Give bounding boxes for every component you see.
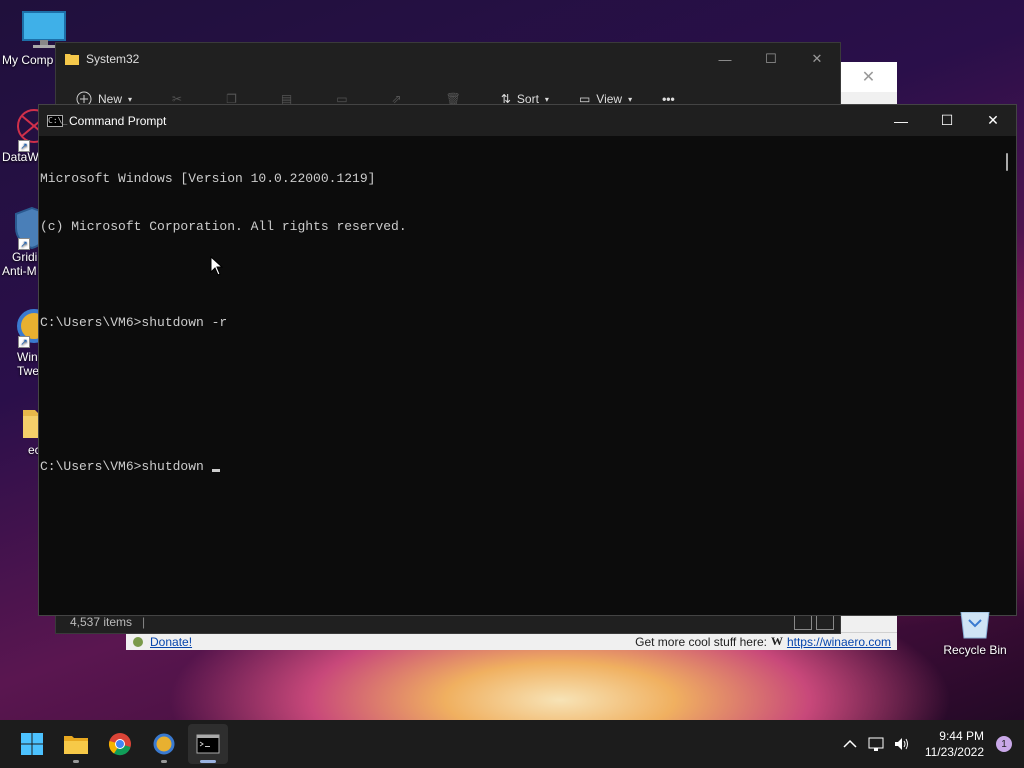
running-indicator	[73, 760, 79, 763]
winaero-url-link[interactable]: https://winaero.com	[787, 635, 891, 649]
taskbar: 9:44 PM 11/23/2022 1	[0, 720, 1024, 768]
system-tray: 9:44 PM 11/23/2022 1	[837, 720, 1024, 768]
text-cursor	[211, 469, 220, 472]
shortcut-arrow-icon: ↗	[18, 238, 30, 250]
item-count: 4,537 items	[70, 615, 133, 629]
recycle-bin-label: Recycle Bin	[943, 643, 1007, 657]
chevron-down-icon: ▾	[628, 94, 633, 104]
taskbar-winaero-tweaker[interactable]	[144, 724, 184, 764]
console-current-input: C:\Users\VM6>shutdown	[40, 459, 204, 474]
maximize-button[interactable]: ☐	[924, 105, 970, 136]
volume-icon[interactable]	[889, 736, 915, 752]
recycle-bin-icon	[960, 611, 990, 639]
winaero-logo-icon: W	[770, 634, 783, 648]
details-view-icon[interactable]	[794, 614, 812, 630]
promo-text: Get more cool stuff here:	[635, 634, 767, 649]
explorer-titlebar[interactable]: System32 — ☐ ✕	[56, 43, 840, 75]
taskbar-chrome[interactable]	[100, 724, 140, 764]
tiles-view-icon[interactable]	[816, 614, 834, 630]
terminal-icon	[196, 734, 220, 754]
running-indicator	[161, 760, 167, 763]
cmd-titlebar[interactable]: C:\_ Command Prompt — ☐ ✕	[39, 105, 1016, 136]
scrollbar-thumb[interactable]	[1006, 153, 1008, 171]
minimize-button[interactable]: —	[702, 43, 748, 75]
cmd-title: Command Prompt	[69, 113, 167, 128]
taskbar-command-prompt[interactable]	[188, 724, 228, 764]
shortcut-arrow-icon: ↗	[18, 336, 30, 348]
folder-icon	[65, 54, 79, 65]
shortcut-arrow-icon: ↗	[18, 140, 30, 152]
status-separator: |	[142, 615, 146, 629]
chevron-down-icon: ▾	[128, 94, 133, 104]
winaero-footer: Donate! Get more cool stuff here: W http…	[126, 632, 897, 650]
console-prompt-line[interactable]: C:\Users\VM6>shutdown	[40, 459, 999, 475]
console-line: (c) Microsoft Corporation. All rights re…	[40, 219, 407, 234]
explorer-title: System32	[86, 52, 140, 66]
close-button[interactable]: ✕	[970, 105, 1016, 136]
console-line: Microsoft Windows [Version 10.0.22000.12…	[40, 171, 376, 186]
network-icon[interactable]	[863, 736, 889, 752]
cmd-icon: C:\_	[47, 114, 68, 127]
folder-icon	[64, 736, 88, 754]
windows-logo-icon	[21, 733, 43, 755]
mouse-pointer-icon	[210, 256, 224, 276]
taskbar-file-explorer[interactable]	[56, 724, 96, 764]
console-output[interactable]: Microsoft Windows [Version 10.0.22000.12…	[39, 136, 999, 616]
close-button[interactable]: ✕	[794, 43, 840, 75]
command-prompt-window[interactable]: C:\_ Command Prompt — ☐ ✕ Microsoft Wind…	[38, 104, 1017, 616]
desktop-icon-recycle-bin[interactable]: Recycle Bin	[940, 611, 1010, 657]
winaero-close-button[interactable]: ✕	[840, 62, 897, 92]
running-indicator	[200, 760, 216, 763]
notification-badge[interactable]: 1	[996, 736, 1012, 752]
console-line: C:\Users\VM6>shutdown -r	[40, 315, 228, 330]
start-button[interactable]	[12, 724, 52, 764]
donate-link[interactable]: Donate!	[150, 635, 192, 649]
chevron-down-icon: ▾	[544, 94, 549, 104]
winaero-tweaker-icon	[153, 733, 175, 755]
minimize-button[interactable]: —	[878, 105, 924, 136]
clock[interactable]: 9:44 PM 11/23/2022	[925, 728, 984, 760]
chevron-up-icon[interactable]	[837, 739, 863, 749]
donate-icon	[133, 636, 143, 647]
clock-time: 9:44 PM	[939, 729, 984, 743]
clock-date: 11/23/2022	[924, 745, 984, 759]
maximize-button[interactable]: ☐	[748, 43, 794, 75]
chrome-icon	[108, 733, 131, 756]
